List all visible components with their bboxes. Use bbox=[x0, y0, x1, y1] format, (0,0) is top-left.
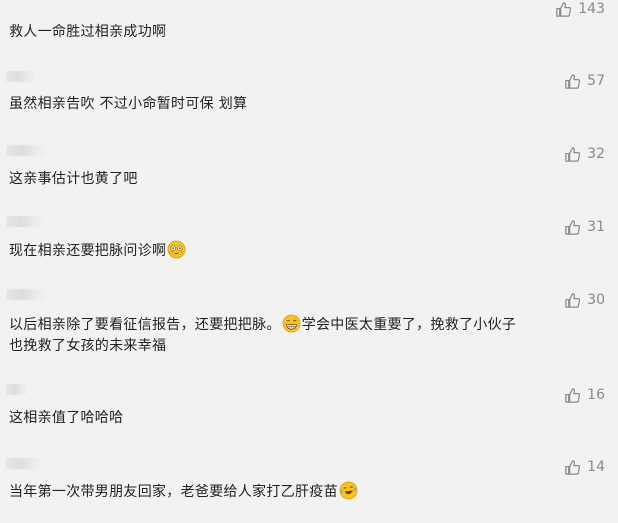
comment-text: 以后相亲除了要看征信报告，还要把把脉。 学会中医太重要了，挽救了小伙子 也挽救了女… bbox=[9, 314, 608, 357]
flushed-emoji-icon bbox=[167, 240, 186, 259]
like-button[interactable]: 32 bbox=[564, 145, 605, 163]
like-count: 14 bbox=[587, 459, 605, 475]
comment-text: 这相亲值了哈哈哈 bbox=[9, 410, 124, 426]
username-blurred bbox=[6, 289, 46, 300]
comment-text-part: 当年第一次带男朋友回家，老爸要给人家打乙肝疫苗 bbox=[9, 484, 338, 500]
username-blurred bbox=[6, 145, 46, 156]
thumbs-up-icon bbox=[565, 219, 581, 235]
thumbs-up-icon bbox=[556, 1, 572, 17]
cry-laugh-emoji-icon bbox=[339, 481, 358, 500]
comment-text: 虽然相亲告吹 不过小命暂时可保 划算 bbox=[9, 96, 248, 112]
like-count: 32 bbox=[587, 146, 605, 162]
grin-emoji-icon bbox=[282, 314, 301, 333]
like-button[interactable]: 31 bbox=[564, 218, 605, 236]
thumbs-up-icon bbox=[565, 459, 581, 475]
username-blurred bbox=[6, 458, 42, 469]
comment-text: 现在相亲还要把脉问诊啊 bbox=[9, 240, 608, 262]
like-count: 30 bbox=[587, 292, 605, 308]
like-count: 143 bbox=[578, 1, 605, 17]
thumbs-up-icon bbox=[565, 146, 581, 162]
comment-text-part: 以后相亲除了要看征信报告，还要把把脉。 bbox=[9, 317, 281, 333]
comment-line: 以后相亲除了要看征信报告，还要把把脉。 学会中医太重要了，挽救了小伙子 bbox=[9, 314, 608, 336]
username-blurred bbox=[6, 71, 36, 82]
comment-line: 也挽救了女孩的未来幸福 bbox=[9, 338, 167, 354]
like-button[interactable]: 30 bbox=[564, 291, 605, 309]
thumbs-up-icon bbox=[565, 292, 581, 308]
username-blurred bbox=[6, 384, 28, 395]
comment-text: 当年第一次带男朋友回家，老爸要给人家打乙肝疫苗 bbox=[9, 481, 608, 503]
like-button[interactable]: 14 bbox=[564, 458, 605, 476]
thumbs-up-icon bbox=[565, 387, 581, 403]
comment-text-part: 学会中医太重要了，挽救了小伙子 bbox=[301, 317, 517, 333]
like-button[interactable]: 143 bbox=[555, 0, 605, 18]
like-count: 16 bbox=[587, 387, 605, 403]
like-count: 31 bbox=[587, 219, 605, 235]
thumbs-up-icon bbox=[565, 73, 581, 89]
like-count: 57 bbox=[587, 73, 605, 89]
username-blurred bbox=[6, 216, 44, 227]
comment-text: 这亲事估计也黄了吧 bbox=[9, 171, 138, 187]
like-button[interactable]: 16 bbox=[564, 386, 605, 404]
comment-text: 救人一命胜过相亲成功啊 bbox=[9, 24, 167, 40]
like-button[interactable]: 57 bbox=[564, 72, 605, 90]
comment-text-part: 现在相亲还要把脉问诊啊 bbox=[9, 243, 167, 259]
